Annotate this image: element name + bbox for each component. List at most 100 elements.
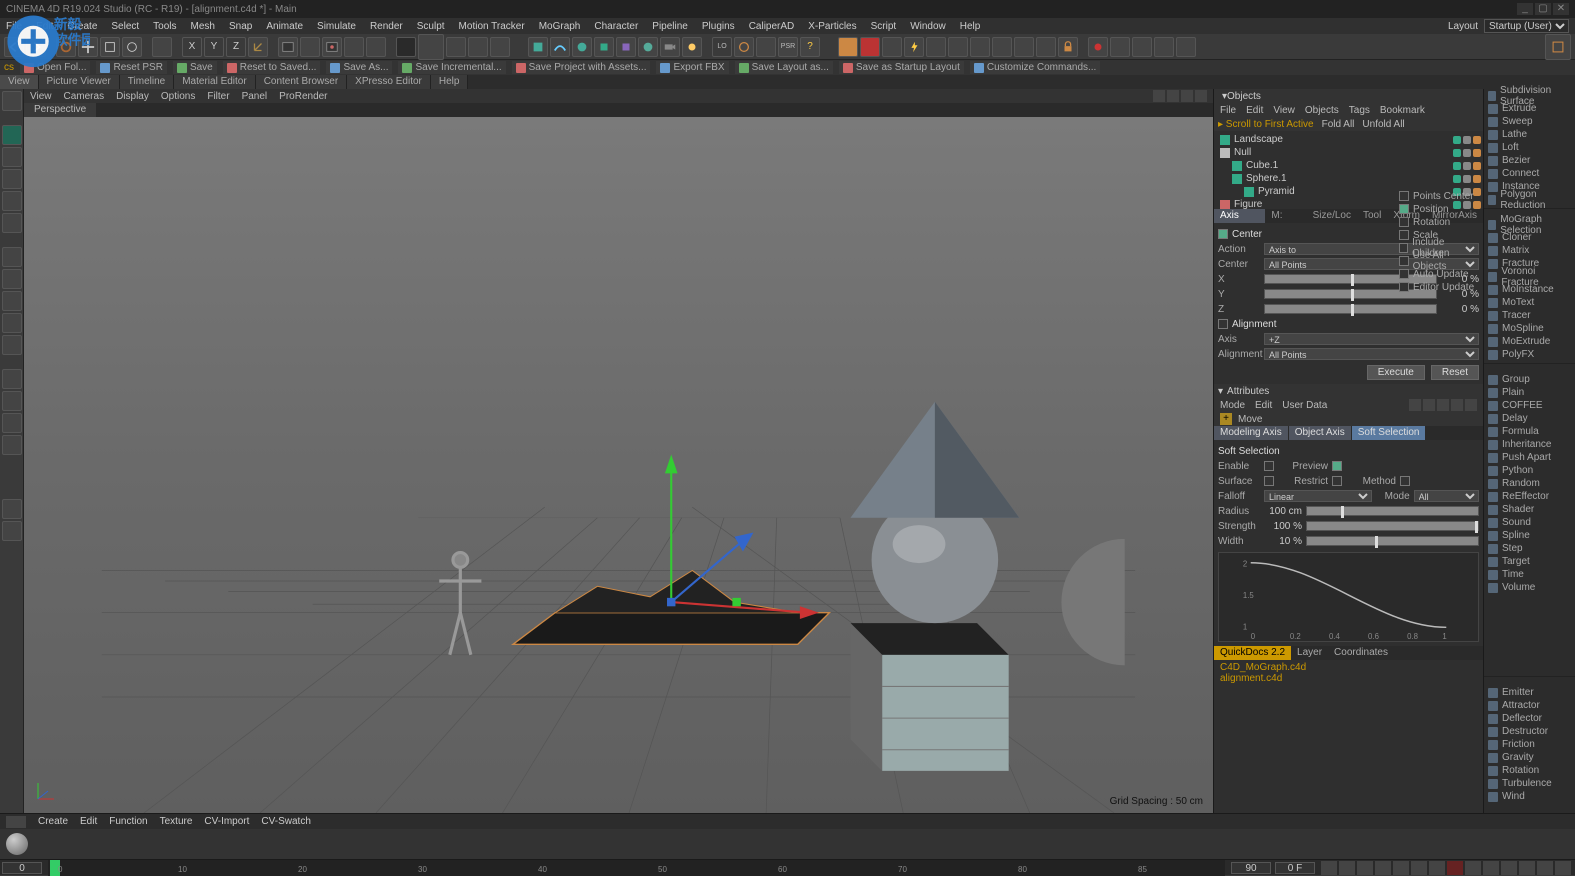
menu-pipeline[interactable]: Pipeline [652, 21, 688, 32]
uv-poly-button[interactable] [2, 335, 22, 355]
lod-button[interactable]: LO [712, 37, 732, 57]
spline-button[interactable] [550, 37, 570, 57]
window-close[interactable]: ✕ [1553, 3, 1569, 15]
particle-friction[interactable]: Friction [1484, 738, 1575, 751]
view-menu-prorender[interactable]: ProRender [279, 91, 327, 102]
obj-row-cube-1[interactable]: Cube.1 [1216, 159, 1481, 172]
locked-workplane-button[interactable] [2, 499, 22, 519]
obj-vis-dot[interactable] [1473, 175, 1481, 183]
workplane-button[interactable] [2, 213, 22, 233]
check-auto-update[interactable] [1399, 269, 1409, 279]
time-start-field[interactable]: 0 [2, 862, 42, 874]
script-8[interactable]: Save Layout as... [735, 61, 833, 74]
mograph-mospline[interactable]: MoSpline [1484, 322, 1575, 335]
attr-fwd-button[interactable] [1423, 399, 1435, 411]
planar-workplane-button[interactable] [2, 521, 22, 541]
generator-connect[interactable]: Connect [1484, 167, 1575, 180]
material-menu-cv-swatch[interactable]: CV-Swatch [261, 816, 310, 827]
coord-system-button[interactable] [248, 37, 268, 57]
script-6[interactable]: Save Project with Assets... [512, 61, 651, 74]
width-slider[interactable] [1306, 536, 1479, 546]
lightning-button[interactable] [904, 37, 924, 57]
obj-menu-view[interactable]: View [1273, 105, 1295, 116]
material-menu-edit[interactable]: Edit [80, 816, 97, 827]
script-1[interactable]: Reset PSR [96, 61, 166, 74]
view-menu-filter[interactable]: Filter [207, 91, 229, 102]
key-scale-button[interactable] [1501, 861, 1517, 875]
check-include-children[interactable] [1399, 243, 1408, 253]
effector-inheritance[interactable]: Inheritance [1484, 438, 1575, 451]
render-settings-right-button[interactable] [1545, 34, 1571, 60]
select-frame-button[interactable] [1036, 37, 1056, 57]
attributes-collapse-icon[interactable]: ▾ [1218, 386, 1223, 397]
weight-button[interactable] [948, 37, 968, 57]
play-button[interactable] [1375, 861, 1391, 875]
render-view-button[interactable] [278, 37, 298, 57]
particle-deflector[interactable]: Deflector [1484, 712, 1575, 725]
lock-button[interactable] [1058, 37, 1078, 57]
cube-button[interactable] [528, 37, 548, 57]
texture-mode-button[interactable] [2, 191, 22, 211]
generator-bezier[interactable]: Bezier [1484, 154, 1575, 167]
particle-wind[interactable]: Wind [1484, 790, 1575, 803]
key-rot-button[interactable] [1519, 861, 1535, 875]
restrict-check[interactable] [1332, 476, 1342, 486]
obj-row-null[interactable]: Null [1216, 146, 1481, 159]
obj-vis-dot[interactable] [1453, 175, 1461, 183]
axis-select[interactable]: +Z [1264, 333, 1479, 345]
target-button[interactable] [1014, 37, 1034, 57]
last-tool-button[interactable] [152, 37, 172, 57]
key-button[interactable] [1110, 37, 1130, 57]
orange-button-1[interactable] [838, 37, 858, 57]
obj-vis-dot[interactable] [1453, 149, 1461, 157]
window-minimize[interactable]: _ [1517, 3, 1533, 15]
axis-tab-2[interactable]: Size/Loc [1307, 209, 1357, 223]
axis-tab-1[interactable]: M: Move [1265, 209, 1306, 223]
axis-Z-value[interactable]: 0 % [1441, 304, 1479, 315]
axis-y-button[interactable]: Y [204, 37, 224, 57]
starburst-button[interactable] [992, 37, 1012, 57]
particle-turbulence[interactable]: Turbulence [1484, 777, 1575, 790]
obj-menu-bookmark[interactable]: Bookmark [1380, 105, 1425, 116]
axis-mode-button[interactable] [2, 169, 22, 189]
menu-snap[interactable]: Snap [229, 21, 252, 32]
generator-sweep[interactable]: Sweep [1484, 115, 1575, 128]
generator-lathe[interactable]: Lathe [1484, 128, 1575, 141]
polygon-mode-button[interactable] [2, 291, 22, 311]
generator-polygon-reduction[interactable]: Polygon Reduction [1484, 193, 1575, 206]
view-nav-orbit-icon[interactable] [1181, 90, 1193, 102]
joint-button[interactable] [926, 37, 946, 57]
left-tab-content-browser[interactable]: Content Browser [256, 75, 347, 89]
attr-new-button[interactable] [1451, 399, 1463, 411]
quickdoc-row[interactable]: alignment.c4d [1220, 673, 1477, 684]
uv-point-button[interactable] [2, 313, 22, 333]
menu-select[interactable]: Select [111, 21, 139, 32]
mograph-voronoi-fracture[interactable]: Voronoi Fracture [1484, 270, 1575, 283]
generator-loft[interactable]: Loft [1484, 141, 1575, 154]
edge-mode-button[interactable] [2, 269, 22, 289]
left-tab-help[interactable]: Help [431, 75, 469, 89]
workplane-snap-button[interactable] [2, 413, 22, 433]
menu-mograph[interactable]: MoGraph [539, 21, 581, 32]
enable-axis-button[interactable] [2, 369, 22, 389]
goto-start-button[interactable] [1321, 861, 1337, 875]
radius-slider[interactable] [1306, 506, 1479, 516]
time-cur-field[interactable]: 0 F [1275, 862, 1315, 874]
align-select[interactable]: All Points [1264, 348, 1479, 360]
menu-script[interactable]: Script [871, 21, 897, 32]
obj-vis-dot[interactable] [1453, 162, 1461, 170]
menu-window[interactable]: Window [910, 21, 946, 32]
effector-random[interactable]: Random [1484, 477, 1575, 490]
scale-button[interactable] [100, 37, 120, 57]
strength-value[interactable]: 100 % [1264, 521, 1302, 532]
effector-sound[interactable]: Sound [1484, 516, 1575, 529]
axis-z-button[interactable]: Z [226, 37, 246, 57]
point-mode-button[interactable] [2, 247, 22, 267]
red-tool-button[interactable] [860, 37, 880, 57]
view-nav-zoom-icon[interactable] [1167, 90, 1179, 102]
script-3[interactable]: Reset to Saved... [223, 61, 321, 74]
method-check[interactable] [1400, 476, 1410, 486]
execute-button[interactable]: Execute [1367, 365, 1425, 380]
material-shelf[interactable] [0, 829, 1575, 859]
view-menu-display[interactable]: Display [116, 91, 149, 102]
